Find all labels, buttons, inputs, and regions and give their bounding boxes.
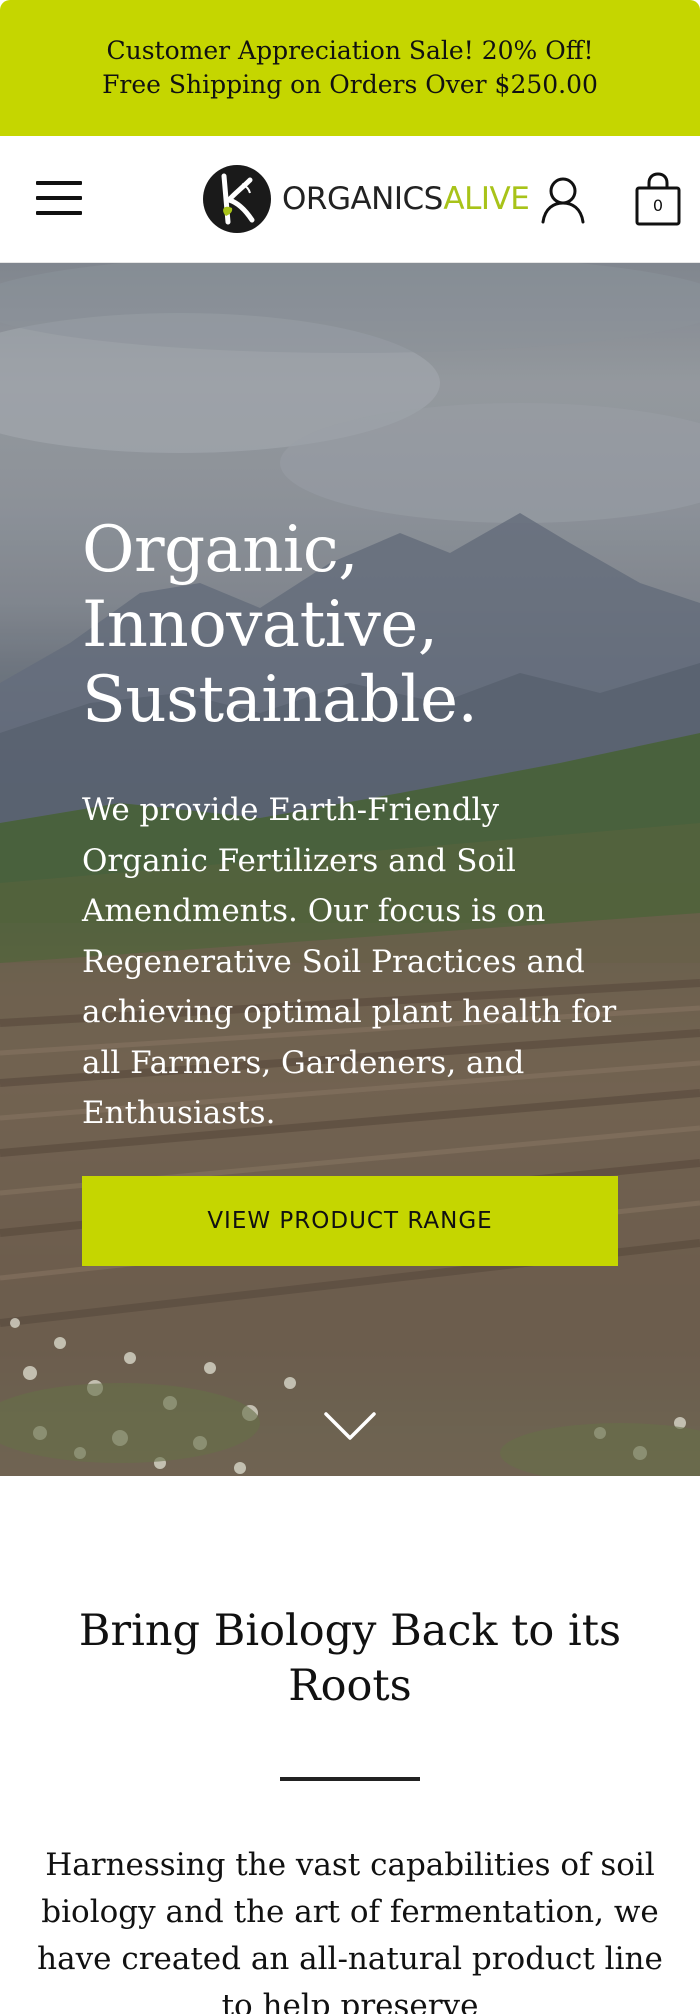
section-divider [280, 1777, 420, 1781]
view-product-range-button[interactable]: VIEW PRODUCT RANGE [82, 1176, 618, 1266]
chevron-down-icon[interactable] [324, 1411, 376, 1441]
announcement-bar: Customer Appreciation Sale! 20% Off! Fre… [0, 0, 700, 136]
site-header: ORGANICSALIVE 0 [0, 136, 700, 263]
logo-text-alive: ALIVE [443, 181, 530, 217]
hero-section: Organic, Innovative, Sustainable. We pro… [0, 263, 700, 1476]
logo-wordmark: ORGANICSALIVE [282, 164, 530, 234]
site-logo[interactable]: ORGANICSALIVE [202, 164, 530, 234]
intro-title: Bring Biology Back to its Roots [40, 1604, 660, 1714]
hero-description: We provide Earth-Friendly Organic Fertil… [82, 792, 617, 1131]
announcement-line-1: Customer Appreciation Sale! 20% Off! [106, 36, 594, 65]
intro-text: Harnessing the vast capabilities of soil… [37, 1847, 663, 2014]
hero-title-line-2: Innovative, [82, 588, 438, 662]
intro-title-line-2: Roots [288, 1661, 412, 1711]
hero-title: Organic, Innovative, Sustainable. [82, 513, 642, 738]
user-icon[interactable] [540, 176, 586, 224]
logo-mark-icon [203, 165, 271, 233]
announcement-line-2: Free Shipping on Orders Over $250.00 [102, 70, 598, 99]
logo-text-organics: ORGANICS [282, 181, 444, 217]
hamburger-menu-icon[interactable] [36, 180, 82, 216]
cart-count-badge: 0 [652, 196, 664, 215]
shopping-bag-icon[interactable]: 0 [634, 172, 682, 226]
hero-title-line-1: Organic, [82, 513, 359, 587]
intro-title-line-1: Bring Biology Back to its [78, 1606, 622, 1656]
hero-title-line-3: Sustainable. [82, 663, 478, 737]
